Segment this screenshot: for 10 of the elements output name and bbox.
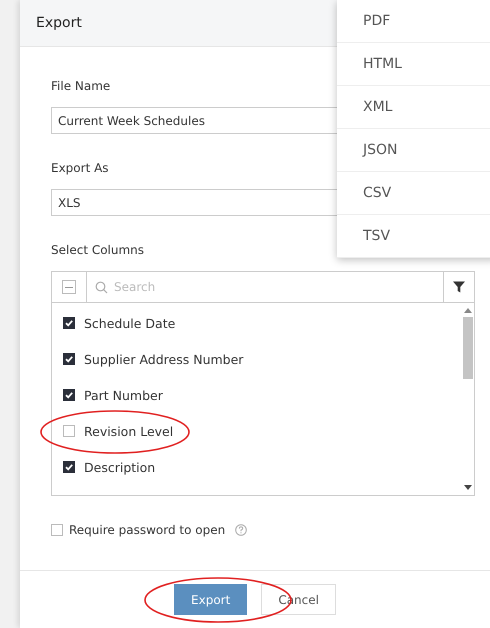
column-name: Schedule Date <box>84 316 176 330</box>
column-name: Revision Level <box>84 424 174 438</box>
dialog-title: Export <box>36 15 82 31</box>
field-label: Select Columns <box>51 243 144 257</box>
column-name: Description <box>84 460 156 474</box>
field-label: File Name <box>51 79 110 93</box>
column-name: Part Number <box>84 388 163 402</box>
field-label: Export As <box>51 161 109 175</box>
column-name: Supplier Address Number <box>84 352 244 366</box>
password-label: Require password to open <box>69 523 226 537</box>
